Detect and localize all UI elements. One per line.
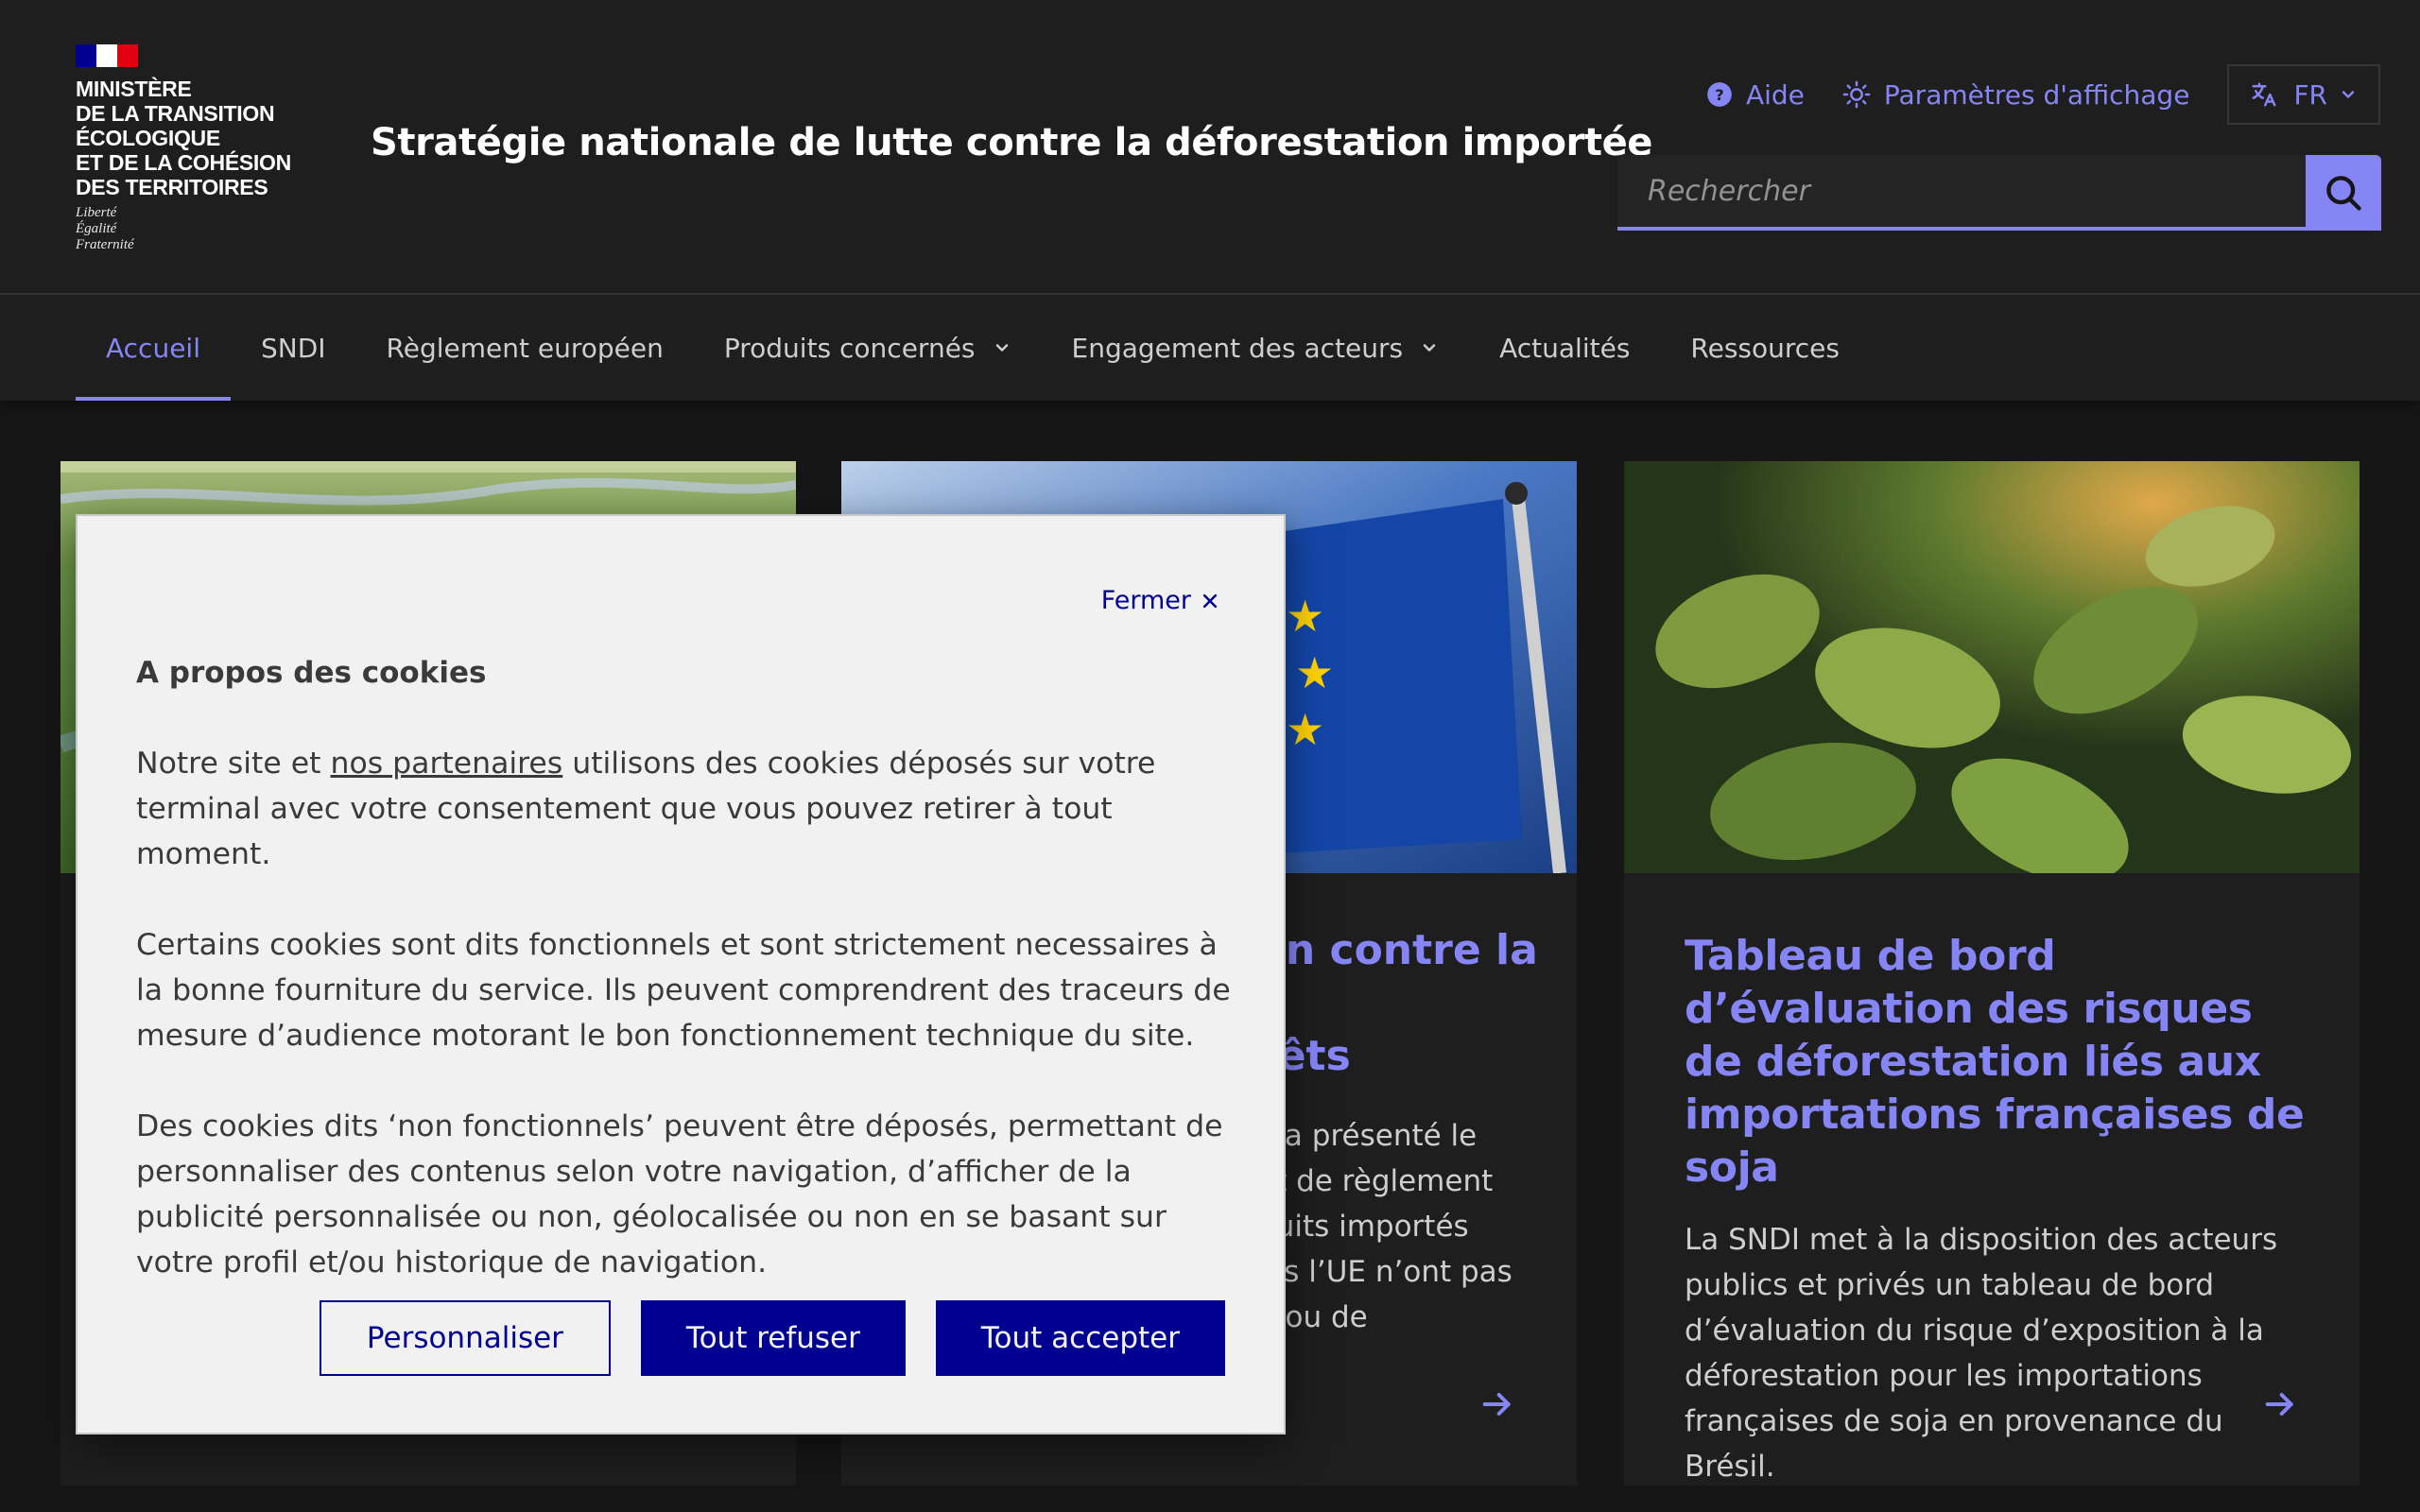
sun-icon (1842, 80, 1871, 109)
text: Notre site et (136, 747, 331, 781)
translate-icon (2250, 80, 2278, 109)
card-description: La SNDI met à la disposition des acteurs… (1685, 1223, 2278, 1484)
svg-text:★: ★ (1295, 647, 1334, 698)
ministry-logo[interactable]: MINISTÈRE DE LA TRANSITION ÉCOLOGIQUE ET… (76, 44, 321, 253)
accept-all-button[interactable]: Tout accepter (935, 1300, 1225, 1376)
svg-text:★: ★ (1286, 704, 1324, 755)
partners-link[interactable]: nos partenaires (331, 747, 563, 781)
nav-item-ressources[interactable]: Ressources (1660, 295, 1870, 401)
nav-item-label: SNDI (260, 332, 326, 364)
close-button[interactable]: Fermer (1101, 586, 1219, 615)
modal-actions: Personnaliser Tout refuser Tout accepter (289, 1300, 1225, 1376)
svg-text:?: ? (1715, 86, 1723, 104)
search-input[interactable] (1617, 155, 2306, 231)
close-label: Fermer (1100, 586, 1191, 615)
card-description: e a présenté le et de règlement duits im… (1257, 1119, 1512, 1334)
help-link[interactable]: ? Aide (1706, 79, 1805, 111)
close-icon (1201, 592, 1219, 610)
display-settings-label: Paramètres d'affichage (1883, 78, 2190, 111)
card-image (1624, 461, 2360, 873)
header-tools: ? Aide Paramètres d'affichage FR (1706, 64, 2380, 125)
search-button[interactable] (2306, 155, 2381, 231)
nav-item-label: Règlement européen (386, 332, 664, 364)
card-body: Tableau de bord d’évaluation des risques… (1685, 930, 2308, 1489)
nav-item-label: Actualités (1499, 332, 1631, 364)
card-title[interactable]: Tableau de bord d’évaluation des risques… (1685, 930, 2308, 1194)
question-circle-icon: ? (1706, 81, 1733, 108)
main-navigation: Accueil SNDI Règlement européen Produits… (0, 295, 2420, 401)
refuse-all-button[interactable]: Tout refuser (640, 1300, 906, 1376)
chevron-down-icon (1420, 338, 1439, 357)
language-selector[interactable]: FR (2227, 64, 2380, 125)
cookie-paragraph-2: Certains cookies sont dits fonctionnels … (136, 928, 1231, 1053)
nav-item-produits-concernes[interactable]: Produits concernés (694, 295, 1042, 401)
nav-item-engagement-acteurs[interactable]: Engagement des acteurs (1042, 295, 1470, 401)
arrow-right-icon[interactable] (2261, 1385, 2299, 1423)
marianne-flag-icon (76, 44, 138, 67)
modal-body: Notre site et nos partenaires utilisons … (136, 741, 1252, 1331)
nav-item-sndi[interactable]: SNDI (231, 295, 356, 401)
search-bar (1617, 155, 2381, 231)
search-icon (2323, 172, 2364, 214)
language-code: FR (2293, 78, 2327, 111)
help-label: Aide (1745, 78, 1805, 111)
site-header: MINISTÈRE DE LA TRANSITION ÉCOLOGIQUE ET… (0, 0, 2420, 295)
nav-item-accueil[interactable]: Accueil (76, 295, 231, 401)
chevron-down-icon (993, 338, 1011, 357)
cookie-consent-modal: Fermer A propos des cookies Notre site e… (76, 514, 1286, 1435)
display-settings-link[interactable]: Paramètres d'affichage (1842, 78, 2190, 111)
customize-button[interactable]: Personnaliser (319, 1300, 611, 1376)
news-card[interactable]: Tableau de bord d’évaluation des risques… (1624, 461, 2360, 1486)
chevron-down-icon (2339, 85, 2358, 104)
arrow-right-icon[interactable] (1478, 1385, 1516, 1423)
nav-item-label: Ressources (1690, 332, 1840, 364)
nav-item-reglement-europeen[interactable]: Règlement européen (356, 295, 694, 401)
nav-item-label: Produits concernés (723, 332, 976, 364)
cookie-paragraph-3: Des cookies dits ‘non fonctionnels’ peuv… (136, 1109, 1223, 1280)
svg-text:★: ★ (1286, 591, 1324, 642)
ministry-name: MINISTÈRE DE LA TRANSITION ÉCOLOGIQUE ET… (76, 77, 291, 199)
cookie-paragraph-1: Notre site et nos partenaires utilisons … (136, 741, 1252, 877)
site-title[interactable]: Stratégie nationale de lutte contre la d… (371, 121, 1652, 164)
nav-item-label: Engagement des acteurs (1071, 332, 1404, 364)
modal-title: A propos des cookies (136, 656, 487, 690)
nav-item-actualites[interactable]: Actualités (1469, 295, 1660, 401)
nav-item-label: Accueil (106, 332, 200, 364)
card-title[interactable]: en contre la rêts (1257, 924, 1538, 1083)
republic-motto: Liberté Égalité Fraternité (76, 205, 134, 252)
